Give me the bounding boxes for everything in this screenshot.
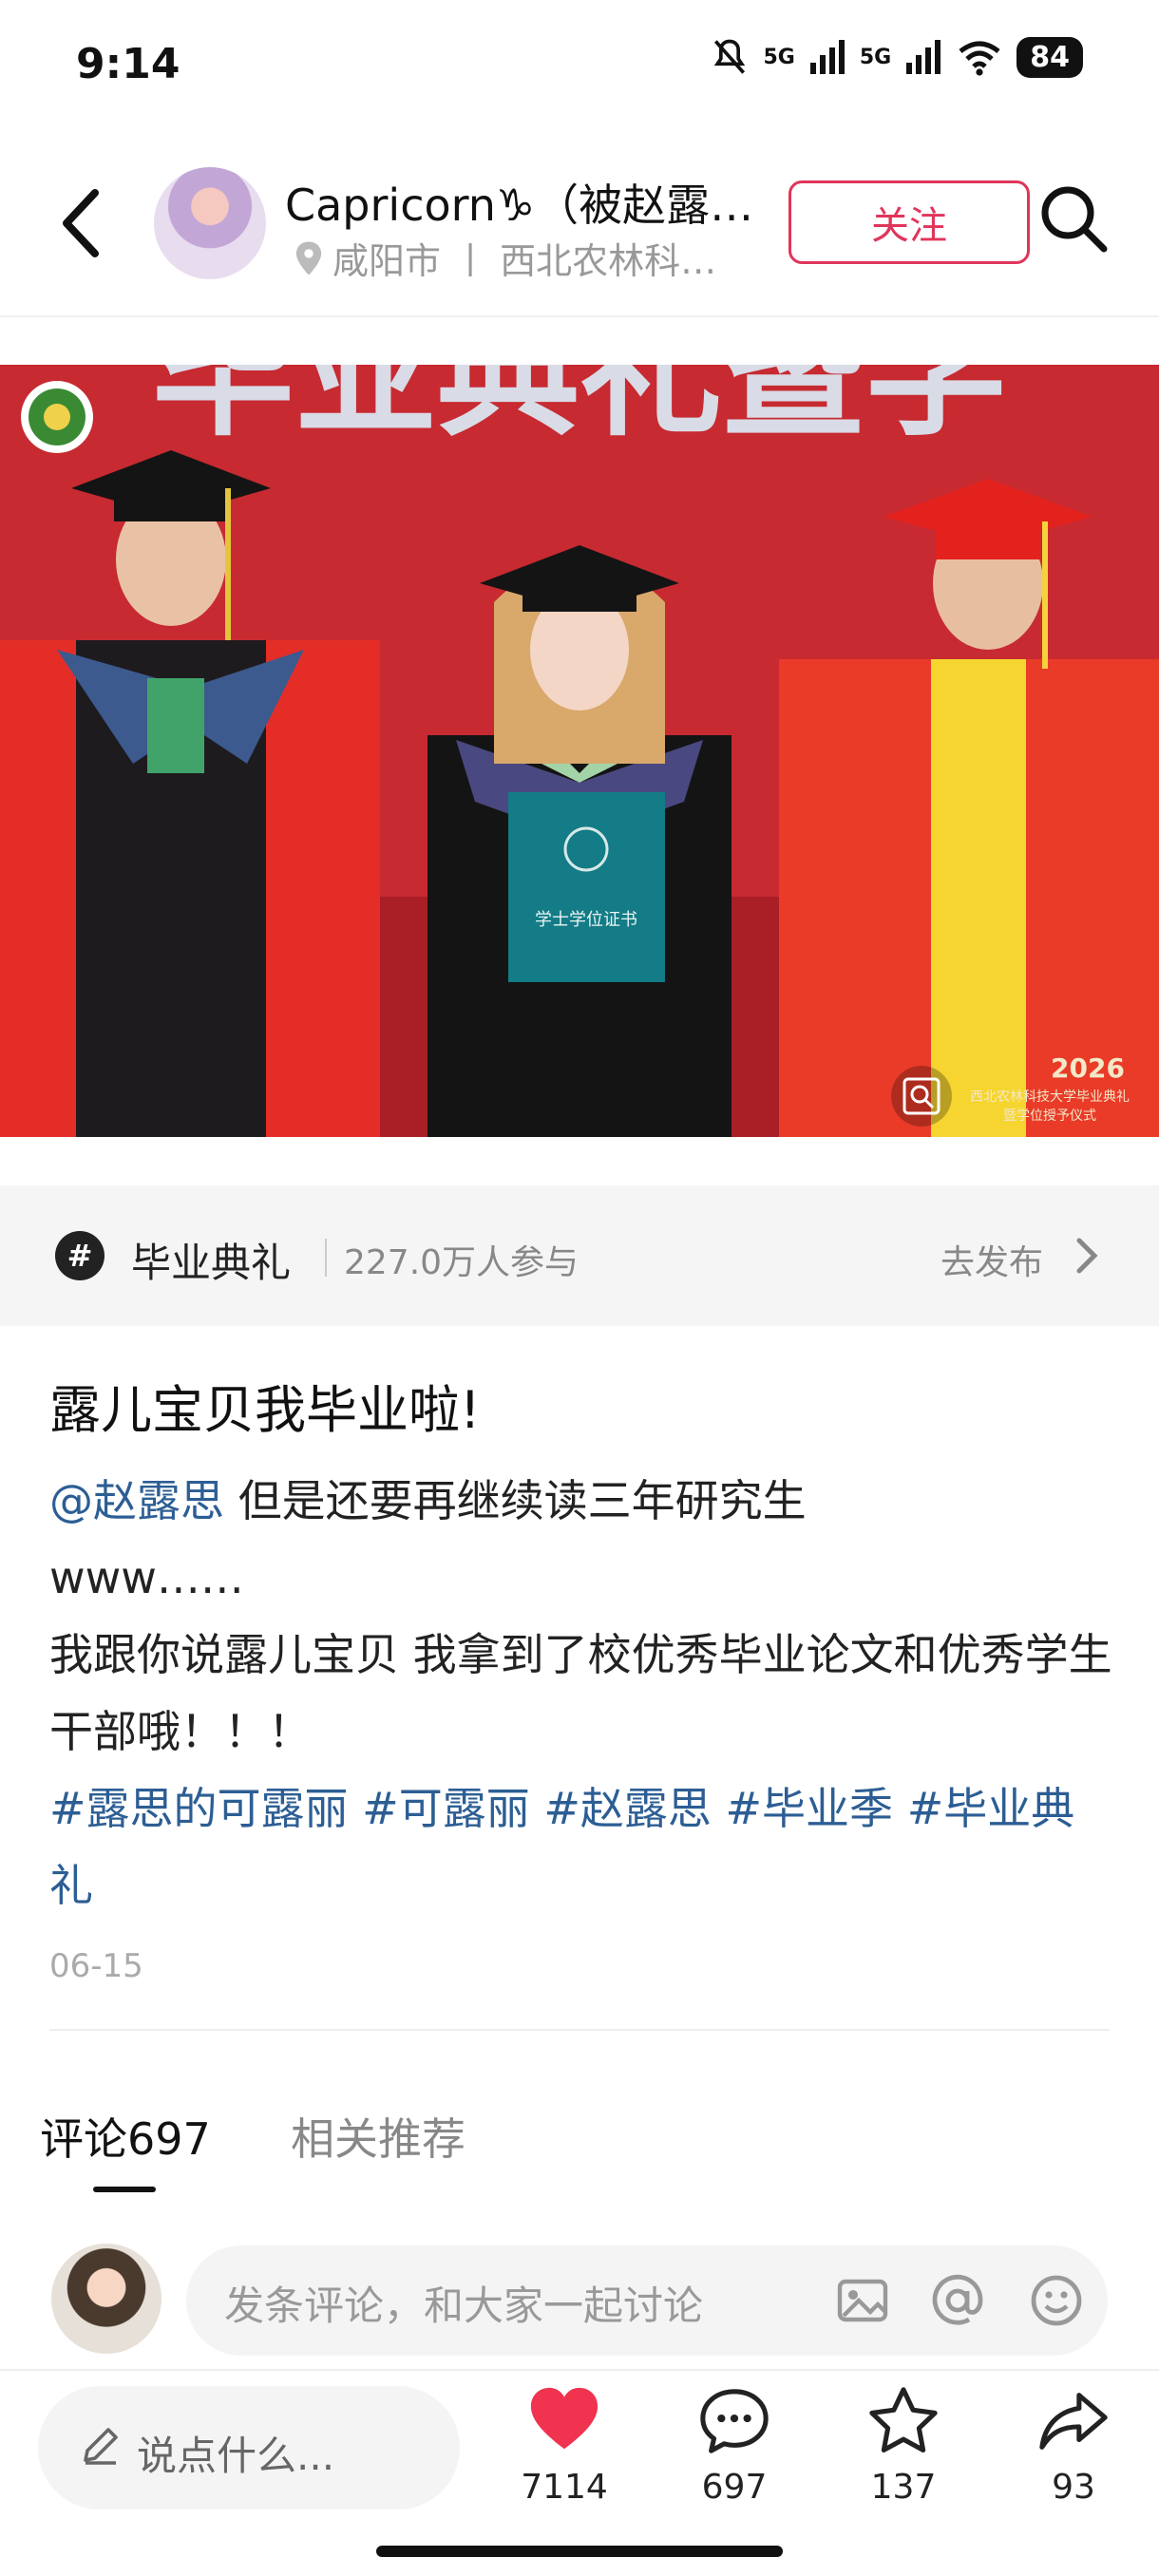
star-icon [869, 2387, 938, 2453]
section-divider [49, 2029, 1110, 2031]
hashtag-list: #露思的可露丽 #可露丽 #赵露思 #毕业季 #毕业典礼 [49, 1771, 1113, 1924]
back-arrow-icon[interactable] [57, 185, 104, 261]
note-text-1: 但是还要再继续读三年研究生 [224, 1475, 807, 1526]
mention-link[interactable]: @赵露思 [49, 1475, 224, 1526]
favorite-button[interactable]: 137 [837, 2384, 970, 2507]
wifi-icon [959, 41, 1000, 76]
banner-text: 毕业典礼暨学 [152, 365, 1007, 456]
hashtag-icon: # [55, 1231, 104, 1280]
corner-line-1: 西北农林科技大学毕业典礼 [970, 1089, 1130, 1105]
image-icon[interactable] [832, 2270, 893, 2331]
tab-comments-count: 697 [127, 2113, 211, 2165]
comment-placeholder: 发条评论，和大家一起讨论 [224, 2282, 704, 2329]
tab-comments[interactable]: 评论697 [40, 2105, 211, 2168]
hashtag-link[interactable]: #赵露思 [543, 1783, 712, 1834]
note-body: @赵露思 但是还要再继续读三年研究生 www…… 我跟你说露儿宝贝 我拿到了校优… [49, 1463, 1113, 1924]
author-avatar[interactable] [154, 167, 266, 279]
post-photo[interactable]: 毕业典礼暨学 学士学位证书 2026 西北农林科技大学毕业典礼 暨学位授予仪式 [0, 365, 1159, 1137]
share-arrow-icon [1039, 2393, 1108, 2450]
hashtag-link[interactable]: #露思的可露丽 [49, 1783, 349, 1834]
hashtag-link[interactable]: #可露丽 [362, 1783, 530, 1834]
image-search-icon[interactable] [891, 1066, 952, 1127]
signal-bars-icon [809, 40, 845, 74]
comment-count: 697 [701, 2468, 768, 2507]
publish-link[interactable]: 去发布 [940, 1235, 1043, 1284]
bottom-divider [0, 2369, 1159, 2371]
tab-comments-label: 评论 [40, 2113, 127, 2165]
my-avatar [51, 2244, 162, 2354]
pencil-icon [84, 2428, 118, 2465]
like-button[interactable]: 7114 [498, 2384, 631, 2507]
home-indicator[interactable] [376, 2546, 783, 2557]
tab-indicator [93, 2187, 156, 2192]
mute-bell-icon [713, 39, 745, 74]
follow-button[interactable]: 关注 [788, 180, 1030, 264]
hashtag-link[interactable]: #毕业季 [726, 1783, 894, 1834]
header-divider [0, 315, 1159, 317]
note-text-2: www…… [49, 1552, 244, 1603]
chevron-right-icon[interactable] [1074, 1233, 1100, 1279]
favorite-count: 137 [870, 2468, 937, 2507]
author-name[interactable]: Capricorn♑（被赵露… [285, 171, 760, 234]
note-title: 露儿宝贝我毕业啦! [49, 1380, 481, 1440]
status-icons: 5G 5G 84 [709, 36, 1083, 78]
like-count: 7114 [521, 2468, 608, 2507]
author-location: 咸阳市 丨 西北农林科… [294, 232, 722, 284]
comment-button[interactable]: 697 [668, 2384, 801, 2507]
location-pin-icon [295, 240, 322, 275]
emoji-icon[interactable] [1026, 2270, 1087, 2331]
signal-bars-icon [906, 40, 941, 74]
comment-bubble-icon [700, 2389, 769, 2453]
status-time: 9:14 [76, 40, 180, 88]
note-text-3: 我跟你说露儿宝贝 我拿到了校优秀毕业论文和优秀学生干部哦！！！ [49, 1629, 1112, 1757]
tab-related[interactable]: 相关推荐 [291, 2105, 466, 2168]
note-date: 06-15 [49, 1947, 143, 1985]
corner-line-2: 暨学位授予仪式 [1003, 1108, 1096, 1124]
share-button[interactable]: 93 [1007, 2384, 1140, 2507]
graduation-photo: 毕业典礼暨学 学士学位证书 2026 西北农林科技大学毕业典礼 暨学位授予仪式 [0, 365, 1159, 1137]
heart-icon [530, 2387, 598, 2450]
signal-label-1: 5G [763, 45, 795, 69]
topic-separator [325, 1239, 327, 1277]
location-text: 咸阳市 丨 西北农林科… [332, 240, 717, 282]
at-mention-icon[interactable] [927, 2270, 988, 2331]
say-something-placeholder: 说点什么... [137, 2433, 335, 2479]
search-icon[interactable] [1036, 180, 1112, 256]
battery-level: 84 [1016, 36, 1083, 78]
diploma [508, 792, 665, 982]
topic-participants: 227.0万人参与 [344, 1243, 580, 1282]
signal-label-2: 5G [859, 45, 892, 69]
topic-name[interactable]: 毕业典礼 [131, 1231, 291, 1289]
corner-year: 2026 [1051, 1052, 1125, 1084]
share-count: 93 [1052, 2468, 1095, 2507]
diploma-text: 学士学位证书 [535, 910, 637, 930]
